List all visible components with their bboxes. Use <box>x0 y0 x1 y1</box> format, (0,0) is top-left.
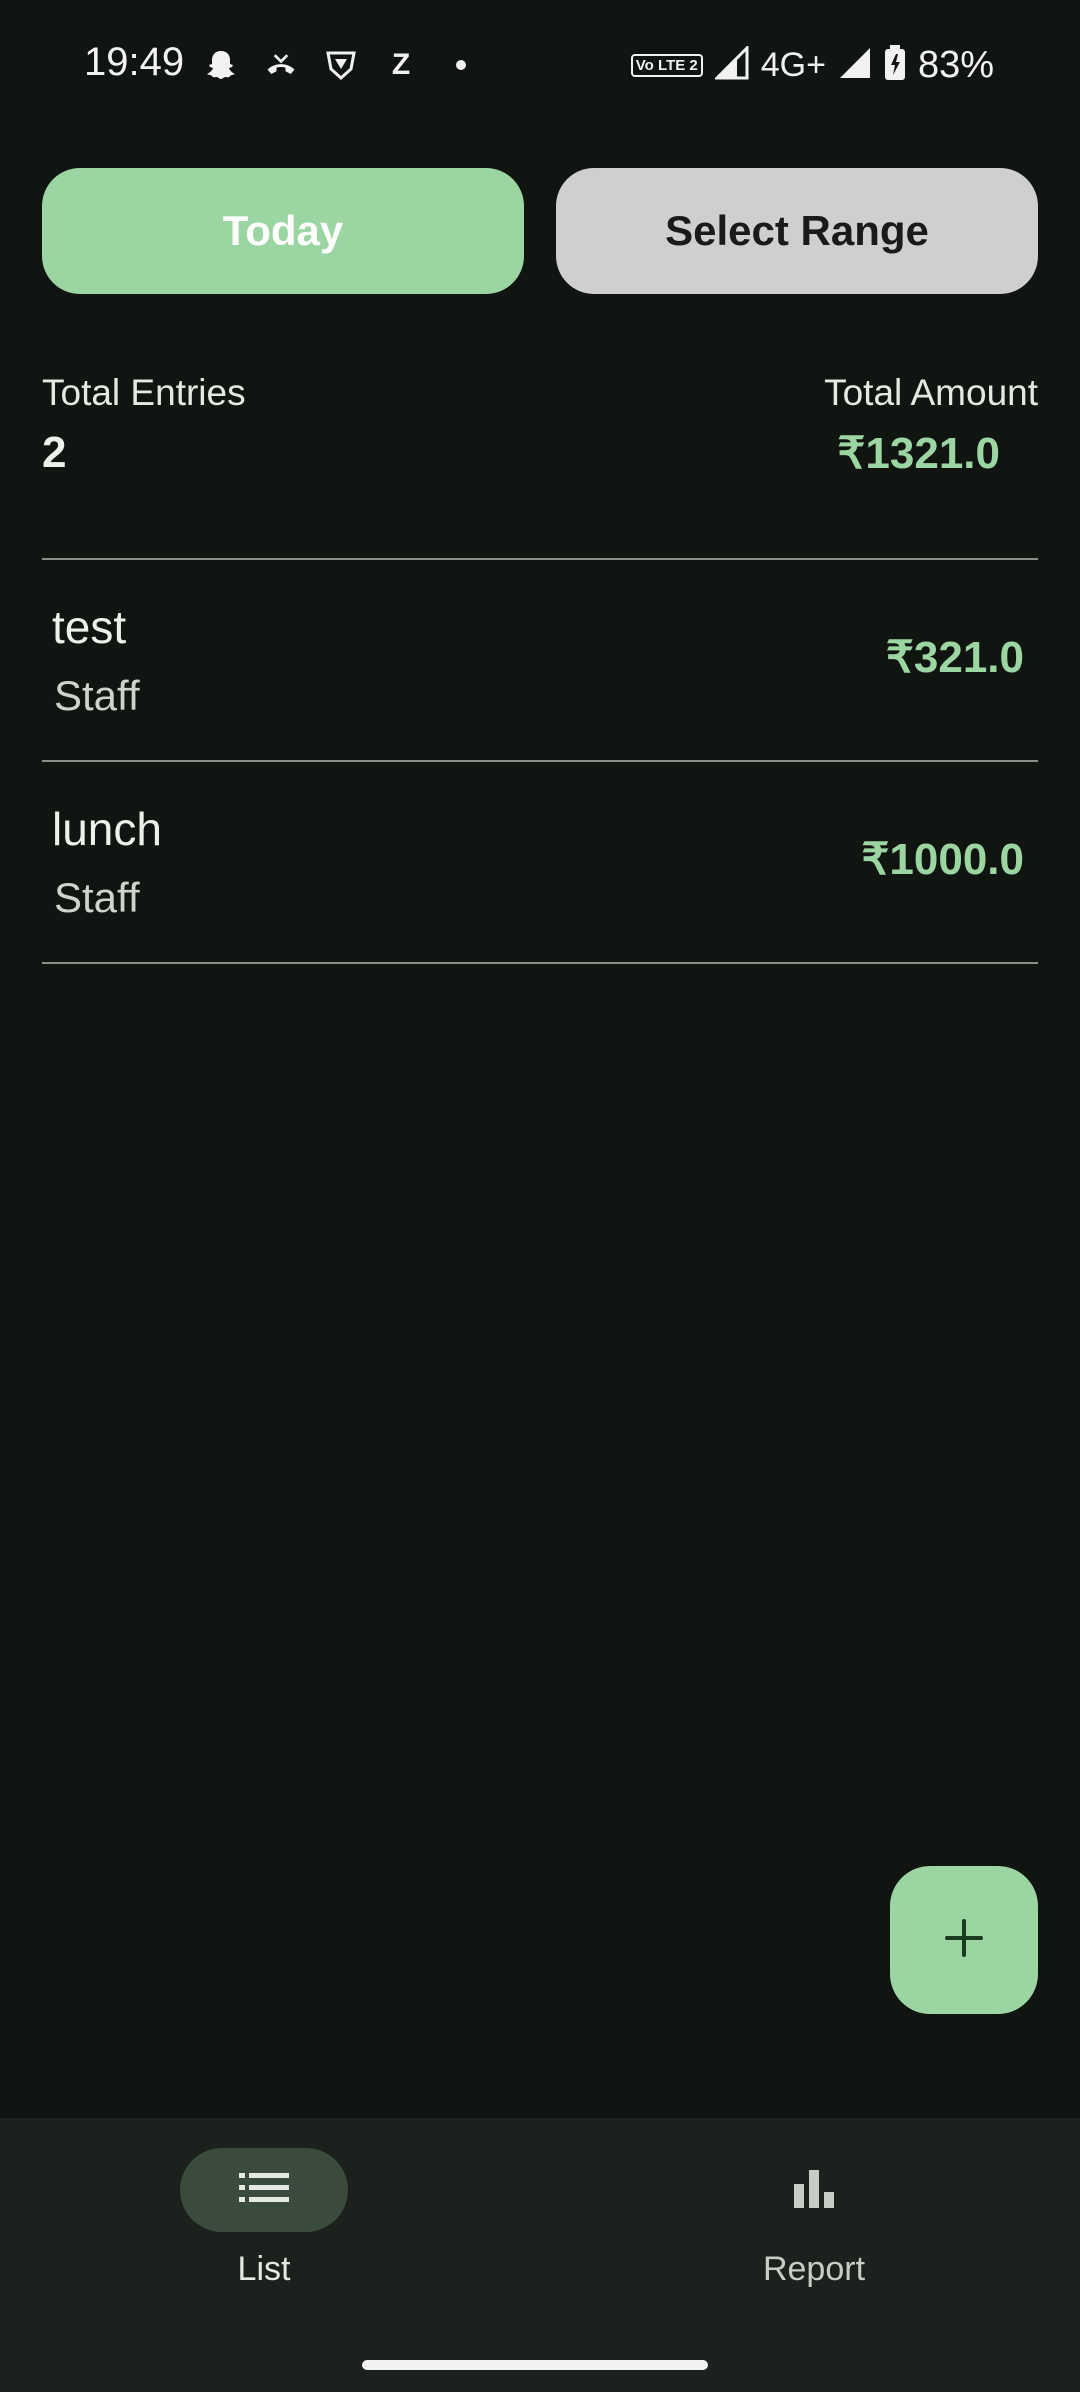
dot-icon <box>444 48 478 82</box>
status-time: 19:49 <box>84 40 185 84</box>
battery-percentage: 83% <box>917 43 994 86</box>
nav-label-list: List <box>237 2250 291 2288</box>
plus-icon <box>944 1918 984 1963</box>
nav-item-list[interactable]: List <box>114 2148 414 2289</box>
total-entries-label: Total Entries <box>42 372 246 413</box>
nav-item-report[interactable]: Report <box>664 2148 964 2289</box>
entry-amount: ₹321.0 <box>885 633 1024 682</box>
list-item[interactable]: lunch Staff ₹1000.0 <box>42 762 1038 962</box>
notification-icons: Z <box>204 40 478 90</box>
vpn-shield-icon <box>324 48 358 82</box>
system-icons: Vo LTE 2 4G+ 83% <box>630 40 994 90</box>
missed-call-icon <box>264 48 298 82</box>
total-amount-value: ₹1321.0 <box>837 429 1000 478</box>
snapchat-icon <box>204 48 238 82</box>
entry-title: lunch <box>52 803 162 855</box>
status-bar: 19:49 Z Vo LTE 2 4G+ 83% <box>0 0 1080 125</box>
entry-category: Staff <box>54 672 140 719</box>
battery-icon <box>884 44 906 86</box>
add-entry-button[interactable] <box>890 1866 1038 2014</box>
today-button[interactable]: Today <box>42 168 524 294</box>
signal-icon <box>838 46 872 85</box>
list-icon <box>239 2171 289 2210</box>
entry-amount: ₹1000.0 <box>861 835 1024 884</box>
network-type: 4G+ <box>760 45 826 84</box>
volte-badge: Vo LTE 2 <box>630 53 703 77</box>
total-amount-label: Total Amount <box>824 372 1038 413</box>
active-indicator <box>180 2148 348 2232</box>
home-indicator[interactable] <box>362 2360 708 2370</box>
z-app-icon: Z <box>391 48 411 81</box>
select-range-button[interactable]: Select Range <box>556 168 1038 294</box>
total-entries-value: 2 <box>42 428 67 477</box>
entry-category: Staff <box>54 874 140 921</box>
bar-chart-icon <box>792 2166 836 2215</box>
report-icon-container <box>730 2148 898 2232</box>
list-item[interactable]: test Staff ₹321.0 <box>42 560 1038 760</box>
signal-roaming-icon <box>713 43 749 85</box>
nav-label-report: Report <box>762 2250 866 2288</box>
entry-title: test <box>52 601 127 653</box>
divider <box>42 962 1038 964</box>
bottom-navigation: List Report <box>0 2118 1080 2392</box>
